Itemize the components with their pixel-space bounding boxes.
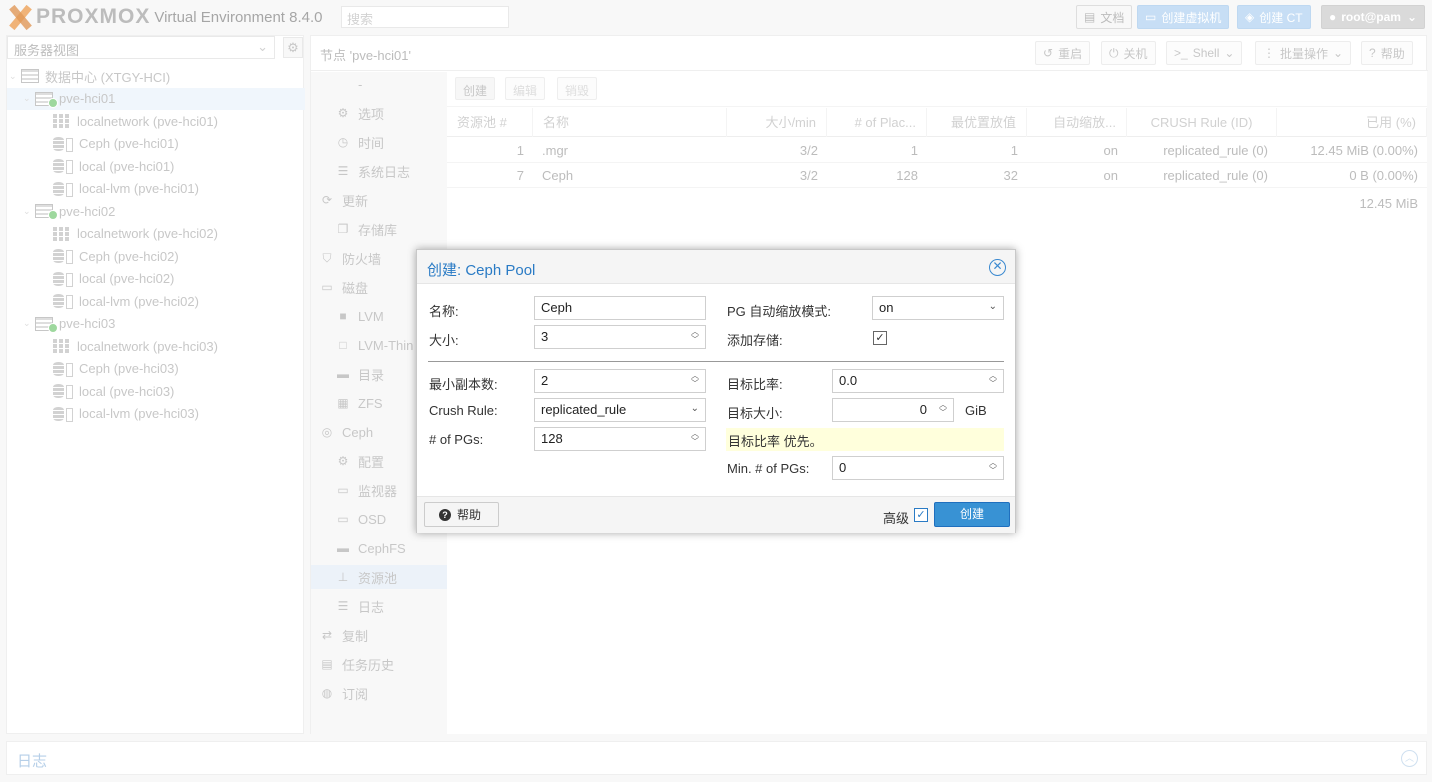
add-storage-label: 添加存储: <box>727 333 783 348</box>
dialog-footer: ? 帮助 高级 ✓ 创建 <box>417 496 1015 533</box>
target-size-unit: GiB <box>965 403 987 418</box>
pgs-stepper[interactable]: 128 ︿ ﹀ <box>534 427 706 451</box>
spinner-icon[interactable]: ︿ ﹀ <box>690 372 700 390</box>
size-stepper[interactable]: 3 ︿ ﹀ <box>534 325 706 349</box>
section-divider <box>428 361 1004 362</box>
target-size-stepper[interactable]: 0 ︿ ﹀ <box>832 398 954 422</box>
chevron-down-icon: ⌄ <box>988 301 997 312</box>
spinner-icon[interactable]: ︿ ﹀ <box>938 401 948 419</box>
spinner-icon[interactable]: ︿ ﹀ <box>988 372 998 390</box>
dialog-title: 创建: Ceph Pool <box>427 262 536 279</box>
check-icon: ✓ <box>916 509 926 521</box>
min-size-value: 2 <box>541 373 549 388</box>
target-size-value: 0 <box>919 402 927 417</box>
crush-rule-select[interactable]: replicated_rule ⌄ <box>534 398 706 422</box>
advanced-label: 高级 <box>883 511 910 526</box>
pg-autoscale-select[interactable]: on ⌄ <box>872 296 1004 320</box>
create-ceph-pool-dialog: 创建: Ceph Pool ✕ 名称: Ceph 大小: 3 ︿ ﹀ PG 自动缩… <box>416 249 1016 533</box>
target-ratio-value: 0.0 <box>839 373 858 388</box>
check-icon: ✓ <box>875 332 885 344</box>
target-ratio-stepper[interactable]: 0.0 ︿ ﹀ <box>832 369 1004 393</box>
dialog-create-button[interactable]: 创建 <box>934 502 1010 527</box>
add-storage-checkbox[interactable]: ✓ <box>873 331 887 345</box>
target-ratio-note: 目标比率 优先。 <box>726 428 1004 451</box>
chevron-down-icon: ⌄ <box>690 403 699 414</box>
dialog-help-label: 帮助 <box>457 508 482 522</box>
min-pgs-label: Min. # of PGs: <box>727 461 810 476</box>
crush-rule-value: replicated_rule <box>541 402 627 417</box>
size-label: 大小: <box>429 333 459 348</box>
spinner-icon[interactable]: ︿ ﹀ <box>690 430 700 448</box>
crush-rule-label: Crush Rule: <box>429 403 498 418</box>
target-ratio-label: 目标比率: <box>727 377 783 392</box>
pg-autoscale-label: PG 自动缩放模式: <box>727 304 832 319</box>
spinner-icon[interactable]: ︿ ﹀ <box>988 459 998 477</box>
pgs-label: # of PGs: <box>429 432 484 447</box>
min-pgs-stepper[interactable]: 0 ︿ ﹀ <box>832 456 1004 480</box>
pgs-value: 128 <box>541 431 563 446</box>
min-size-stepper[interactable]: 2 ︿ ﹀ <box>534 369 706 393</box>
size-stepper-value: 3 <box>541 329 549 344</box>
question-icon: ? <box>439 508 451 521</box>
name-field[interactable]: Ceph <box>534 296 706 320</box>
close-icon[interactable]: ✕ <box>989 259 1006 276</box>
min-pgs-value: 0 <box>839 460 847 475</box>
name-field-value: Ceph <box>541 300 573 315</box>
advanced-checkbox[interactable]: ✓ <box>914 508 928 522</box>
spinner-icon[interactable]: ︿ ﹀ <box>690 328 700 346</box>
name-label: 名称: <box>429 304 459 319</box>
target-size-label: 目标大小: <box>727 406 783 421</box>
min-size-label: 最小副本数: <box>429 377 498 392</box>
pg-autoscale-value: on <box>879 300 894 315</box>
dialog-title-bar: 创建: Ceph Pool ✕ <box>417 250 1015 284</box>
dialog-help-button[interactable]: ? 帮助 <box>424 502 499 527</box>
